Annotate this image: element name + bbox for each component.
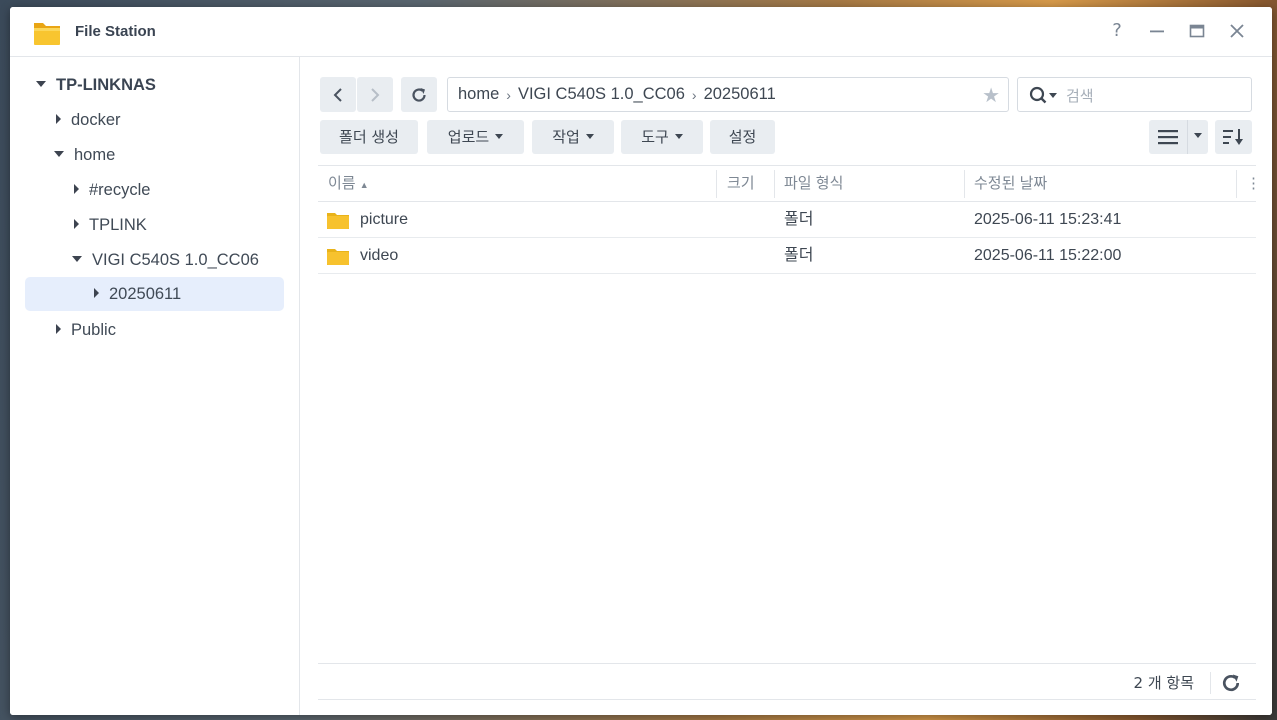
crumb-date[interactable]: 20250611	[704, 85, 776, 104]
expand-arrow-icon[interactable]	[56, 114, 61, 125]
caret-down-icon	[674, 134, 683, 139]
tree-item-tplink[interactable]: TPLINK	[74, 208, 147, 242]
table-row[interactable]: video 폴더 2025-06-11 15:22:00	[318, 238, 1256, 274]
file-name[interactable]: video	[360, 238, 398, 274]
file-station-window: File Station ? TP-LINKNAS docker home #r…	[10, 7, 1272, 715]
sort-ascending-icon: ▲	[359, 180, 369, 190]
file-modified: 2025-06-11 15:22:00	[974, 247, 1122, 264]
file-name[interactable]: picture	[360, 202, 408, 238]
folder-icon	[327, 213, 349, 229]
tree-item-label: #recycle	[89, 181, 151, 199]
tree-item-label: 20250611	[109, 285, 182, 303]
column-options-icon[interactable]: ⋮	[1236, 166, 1261, 201]
divider	[1187, 120, 1188, 154]
crumb-home[interactable]: home	[458, 85, 499, 104]
minimize-icon[interactable]	[1146, 20, 1168, 42]
back-button[interactable]	[320, 77, 356, 112]
settings-label: 설정	[728, 128, 757, 146]
collapse-arrow-icon[interactable]	[54, 151, 64, 158]
view-mode-button[interactable]	[1149, 120, 1208, 154]
file-modified: 2025-06-11 15:23:41	[974, 211, 1122, 228]
tools-button[interactable]: 도구	[621, 120, 703, 154]
chevron-left-icon	[333, 87, 342, 102]
crumb-separator-icon: ›	[506, 86, 511, 103]
expand-arrow-icon[interactable]	[74, 219, 79, 230]
tree-root-label: TP-LINKNAS	[56, 76, 156, 94]
refresh-icon[interactable]	[1220, 672, 1242, 694]
sort-button[interactable]	[1215, 120, 1252, 154]
folder-icon	[327, 249, 349, 265]
tree-item-home[interactable]: home	[54, 138, 115, 172]
app-title: File Station	[75, 23, 156, 40]
create-folder-button[interactable]: 폴더 생성	[320, 120, 418, 154]
table-row[interactable]: picture 폴더 2025-06-11 15:23:41	[318, 202, 1256, 238]
file-station-app-icon	[34, 23, 60, 45]
caret-down-icon[interactable]	[1194, 133, 1202, 138]
create-folder-label: 폴더 생성	[339, 128, 399, 146]
main-panel: home › VIGI C540S 1.0_CC06 › 20250611 ★ …	[301, 57, 1272, 715]
action-button[interactable]: 작업	[532, 120, 614, 154]
search-input[interactable]: 검색	[1017, 77, 1252, 112]
upload-label: 업로드	[447, 128, 490, 146]
status-bar: 2 개 항목	[318, 663, 1256, 700]
list-view-icon	[1158, 130, 1178, 145]
tree-item-recycle[interactable]: #recycle	[74, 173, 150, 207]
expand-arrow-icon[interactable]	[94, 288, 99, 299]
column-name-label: 이름	[328, 175, 356, 192]
tree-item-20250611[interactable]: 20250611	[25, 277, 284, 311]
item-count: 2 개 항목	[1133, 674, 1194, 692]
collapse-arrow-icon[interactable]	[72, 256, 82, 263]
column-header-size[interactable]: 크기	[717, 166, 755, 201]
tree-item-docker[interactable]: docker	[56, 103, 121, 137]
expand-arrow-icon[interactable]	[56, 324, 61, 335]
file-type: 폴더	[784, 247, 814, 264]
sort-icon	[1223, 129, 1243, 145]
refresh-button[interactable]	[401, 77, 437, 112]
settings-button[interactable]: 설정	[710, 120, 775, 154]
caret-down-icon	[585, 134, 594, 139]
collapse-arrow-icon[interactable]	[36, 81, 46, 88]
path-breadcrumb[interactable]: home › VIGI C540S 1.0_CC06 › 20250611 ★	[447, 77, 1009, 112]
caret-down-icon	[495, 134, 504, 139]
tree-item-label: docker	[71, 111, 121, 129]
tree-item-public[interactable]: Public	[56, 313, 116, 347]
maximize-icon[interactable]	[1186, 20, 1208, 42]
tree-item-vigi[interactable]: VIGI C540S 1.0_CC06	[72, 243, 259, 277]
tools-label: 도구	[641, 128, 669, 146]
search-placeholder: 검색	[1066, 87, 1094, 105]
file-type: 폴더	[784, 211, 814, 228]
chevron-right-icon	[371, 87, 380, 102]
action-label: 작업	[552, 128, 580, 146]
tree-item-label: TPLINK	[89, 216, 147, 234]
tree-item-label: Public	[71, 321, 116, 339]
folder-tree: TP-LINKNAS docker home #recycle TPLINK V…	[10, 57, 300, 715]
tree-item-label: VIGI C540S 1.0_CC06	[92, 251, 259, 269]
refresh-icon	[412, 87, 426, 102]
tree-root[interactable]: TP-LINKNAS	[36, 68, 156, 102]
title-bar: File Station ?	[10, 7, 1272, 57]
column-header-type[interactable]: 파일 형식	[774, 166, 843, 201]
favorite-star-icon[interactable]: ★	[982, 83, 1000, 108]
search-icon[interactable]	[1029, 86, 1059, 104]
column-header-modified[interactable]: 수정된 날짜	[964, 166, 1047, 201]
forward-button[interactable]	[357, 77, 393, 112]
tree-item-label: home	[74, 146, 116, 164]
help-icon[interactable]: ?	[1106, 20, 1128, 42]
crumb-vigi[interactable]: VIGI C540S 1.0_CC06	[518, 85, 685, 104]
upload-button[interactable]: 업로드	[427, 120, 524, 154]
close-icon[interactable]	[1226, 20, 1248, 42]
file-list-header: 이름 ▲ 크기 파일 형식 수정된 날짜 ⋮	[318, 165, 1261, 202]
crumb-separator-icon: ›	[691, 86, 697, 103]
column-header-name[interactable]: 이름 ▲	[318, 166, 369, 201]
divider	[1210, 672, 1211, 694]
expand-arrow-icon[interactable]	[74, 184, 79, 195]
